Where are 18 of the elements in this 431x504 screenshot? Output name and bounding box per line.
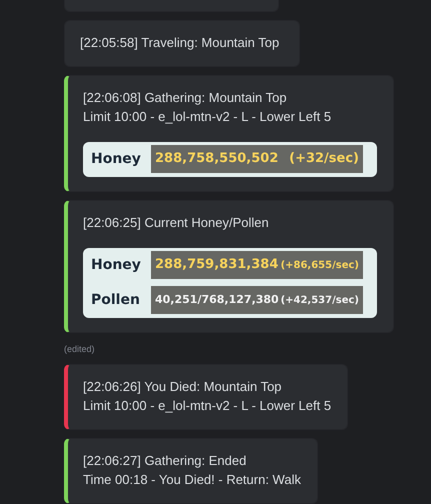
embed-text: [22:06:25] Current Honey/Pollen xyxy=(83,214,270,232)
embed-text: [22:06:08] Gathering: Mountain Top xyxy=(83,88,288,106)
stat-value: 288,758,550,502 xyxy=(155,150,278,168)
stat-value: 288,759,831,384 xyxy=(155,256,278,274)
embed-text: [22:06:27] Gathering: Ended xyxy=(83,452,248,470)
embed-text: [22:06:26] You Died: Mountain Top xyxy=(83,378,283,396)
stat-label: Pollen xyxy=(91,290,141,310)
embed-text: Limit 10:00 - e_lol-mtn-v2 - L - Lower Left 5 xyxy=(83,108,332,126)
stat-rate: (+42,537/sec) xyxy=(280,294,359,308)
embed-text: Limit 10:00 - e_lol-mtn-v2 - L - Lower Left 5 xyxy=(83,397,332,415)
stat-rate: (+32/sec) xyxy=(289,150,359,168)
stat-value: 40,251/768,127,380 xyxy=(155,292,279,308)
edited-label: (edited) xyxy=(64,342,95,356)
stat-label: Honey xyxy=(91,256,142,274)
embed-text: [22:05:58] Traveling: Mountain Top xyxy=(80,34,280,52)
stat-rate: (+86,655/sec) xyxy=(280,258,359,272)
stat-label: Honey xyxy=(91,150,142,168)
embed-text: Time 00:18 - You Died! - Return: Walk xyxy=(83,471,301,489)
